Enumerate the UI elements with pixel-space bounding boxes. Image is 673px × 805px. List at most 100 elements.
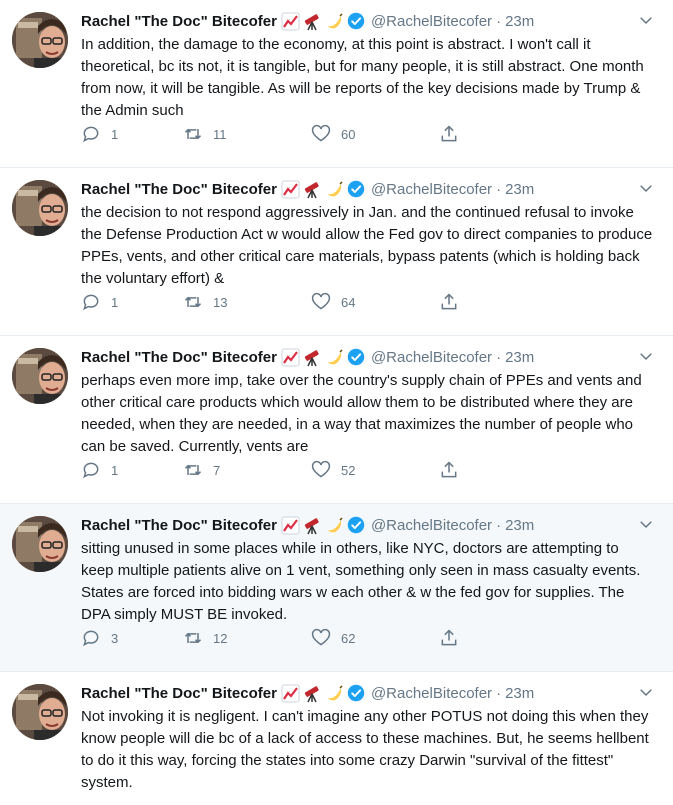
like-count: 64 <box>341 294 356 310</box>
banana-emoji-icon <box>325 12 344 31</box>
telescope-emoji-icon <box>303 12 322 31</box>
reply-icon <box>83 126 99 143</box>
verified-badge-icon <box>347 348 365 366</box>
tweet-timestamp[interactable]: 23m <box>505 13 534 30</box>
heart-icon <box>311 124 331 142</box>
tweet-actions: 1 7 52 <box>81 458 561 482</box>
separator-dot: · <box>496 684 502 702</box>
avatar[interactable] <box>12 12 68 68</box>
telescope-emoji-icon <box>303 684 322 703</box>
like-button[interactable]: 64 <box>311 292 439 312</box>
like-button[interactable]: 52 <box>311 460 439 480</box>
reply-icon <box>83 294 99 311</box>
chart-increasing-emoji-icon <box>281 180 300 199</box>
author-handle[interactable]: @RachelBitecofer <box>371 517 492 534</box>
reply-button[interactable]: 1 <box>81 460 183 480</box>
tweet-text: sitting unused in some places while in o… <box>81 540 641 623</box>
tweet-text: the decision to not respond aggressively… <box>81 204 653 287</box>
author-name[interactable]: Rachel "The Doc" Bitecofer <box>81 349 277 366</box>
chevron-down-icon[interactable] <box>637 347 655 365</box>
banana-emoji-icon <box>325 180 344 199</box>
retweet-button[interactable]: 12 <box>183 628 311 648</box>
author-name[interactable]: Rachel "The Doc" Bitecofer <box>81 181 277 198</box>
verified-badge-icon <box>347 180 365 198</box>
tweet-timestamp[interactable]: 23m <box>505 517 534 534</box>
telescope-emoji-icon <box>303 180 322 199</box>
chart-increasing-emoji-icon <box>281 516 300 535</box>
heart-icon <box>311 628 331 646</box>
tweet-actions: 1 11 60 <box>81 122 561 146</box>
retweet-count: 11 <box>213 126 227 142</box>
retweet-button[interactable]: 13 <box>183 292 311 312</box>
tweet-text: Not invoking it is negligent. I can't im… <box>81 708 649 791</box>
chevron-down-icon[interactable] <box>637 683 655 701</box>
retweet-icon <box>184 296 202 308</box>
author-handle[interactable]: @RachelBitecofer <box>371 685 492 702</box>
telescope-emoji-icon <box>303 516 322 535</box>
verified-badge-icon <box>347 12 365 30</box>
verified-badge-icon <box>347 684 365 702</box>
tweet[interactable]: Rachel "The Doc" Bitecofer @RachelBiteco… <box>0 336 673 504</box>
author-name[interactable]: Rachel "The Doc" Bitecofer <box>81 13 277 30</box>
share-button[interactable] <box>439 124 469 144</box>
chevron-down-icon[interactable] <box>637 11 655 29</box>
like-button[interactable]: 62 <box>311 628 439 648</box>
retweet-count: 13 <box>213 294 228 310</box>
tweet-timestamp[interactable]: 23m <box>505 181 534 198</box>
banana-emoji-icon <box>325 516 344 535</box>
retweet-icon <box>184 128 202 140</box>
chevron-down-icon[interactable] <box>637 515 655 533</box>
reply-button[interactable]: 3 <box>81 628 183 648</box>
tweet-timestamp[interactable]: 23m <box>505 685 534 702</box>
author-handle[interactable]: @RachelBitecofer <box>371 181 492 198</box>
separator-dot: · <box>496 516 502 534</box>
separator-dot: · <box>496 180 502 198</box>
chart-increasing-emoji-icon <box>281 684 300 703</box>
like-count: 60 <box>341 126 356 142</box>
avatar[interactable] <box>12 516 68 572</box>
retweet-button[interactable]: 7 <box>183 460 311 480</box>
banana-emoji-icon <box>325 684 344 703</box>
heart-icon <box>311 292 331 310</box>
share-icon <box>441 461 457 478</box>
reply-count: 3 <box>111 630 119 646</box>
tweet[interactable]: Rachel "The Doc" Bitecofer @RachelBiteco… <box>0 504 673 672</box>
share-button[interactable] <box>439 460 469 480</box>
tweet[interactable]: Rachel "The Doc" Bitecofer @RachelBiteco… <box>0 672 673 805</box>
share-icon <box>441 125 457 142</box>
tweet[interactable]: Rachel "The Doc" Bitecofer @RachelBiteco… <box>0 168 673 336</box>
reply-button[interactable]: 1 <box>81 292 183 312</box>
retweet-icon <box>184 464 202 476</box>
telescope-emoji-icon <box>303 348 322 367</box>
author-name[interactable]: Rachel "The Doc" Bitecofer <box>81 517 277 534</box>
tweet-actions: 3 12 62 <box>81 626 561 650</box>
tweet-text: In addition, the damage to the economy, … <box>81 36 644 119</box>
reply-button[interactable]: 1 <box>81 124 183 144</box>
author-handle[interactable]: @RachelBitecofer <box>371 13 492 30</box>
chart-increasing-emoji-icon <box>281 12 300 31</box>
verified-badge-icon <box>347 516 365 534</box>
chart-increasing-emoji-icon <box>281 348 300 367</box>
share-icon <box>441 293 457 310</box>
share-icon <box>441 629 457 646</box>
retweet-icon <box>184 632 202 644</box>
like-button[interactable]: 60 <box>311 124 439 144</box>
reply-count: 1 <box>111 294 119 310</box>
author-handle[interactable]: @RachelBitecofer <box>371 349 492 366</box>
retweet-count: 12 <box>213 630 228 646</box>
tweet[interactable]: Rachel "The Doc" Bitecofer @RachelBiteco… <box>0 0 673 168</box>
reply-icon <box>83 462 99 479</box>
tweet-timestamp[interactable]: 23m <box>505 349 534 366</box>
chevron-down-icon[interactable] <box>637 179 655 197</box>
reply-icon <box>83 630 99 647</box>
author-name[interactable]: Rachel "The Doc" Bitecofer <box>81 685 277 702</box>
tweet-actions: 1 13 64 <box>81 290 561 314</box>
share-button[interactable] <box>439 292 469 312</box>
avatar[interactable] <box>12 348 68 404</box>
share-button[interactable] <box>439 628 469 648</box>
avatar[interactable] <box>12 180 68 236</box>
separator-dot: · <box>496 348 502 366</box>
retweet-button[interactable]: 11 <box>183 124 311 144</box>
tweet-thread: Rachel "The Doc" Bitecofer @RachelBiteco… <box>0 0 673 805</box>
avatar[interactable] <box>12 684 68 740</box>
